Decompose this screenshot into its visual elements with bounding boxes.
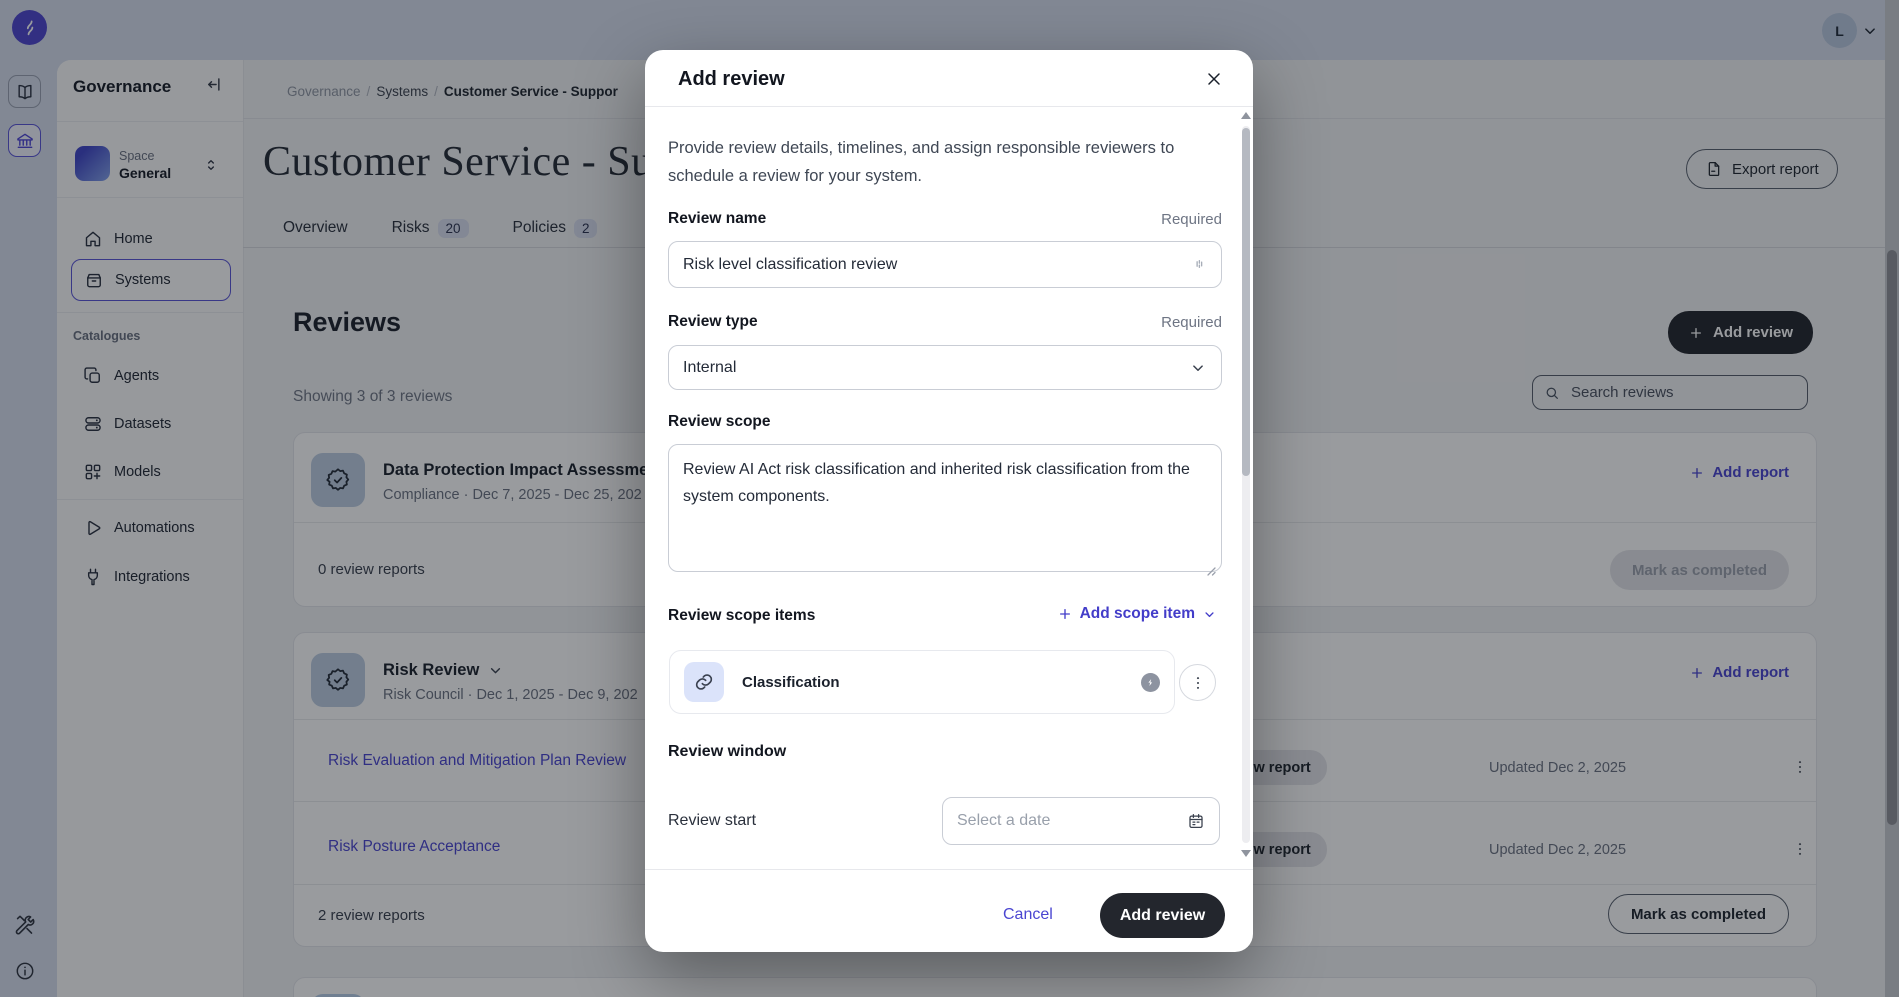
scope-item-name: Classification xyxy=(742,674,1123,691)
scope-items-label: Review scope items xyxy=(668,607,815,625)
scroll-up-icon[interactable] xyxy=(1241,112,1251,119)
review-scope-textarea[interactable]: Review AI Act risk classification and in… xyxy=(668,444,1222,572)
modal-title: Add review xyxy=(678,68,785,91)
review-scope-label-row: Review scope xyxy=(668,413,1222,431)
add-review-modal: Add review Provide review details, timel… xyxy=(645,50,1253,952)
modal-add-review-button[interactable]: Add review xyxy=(1100,893,1225,938)
chevron-down-icon xyxy=(1189,359,1207,377)
link-icon xyxy=(684,662,724,702)
input-adornment-icon xyxy=(1190,255,1208,273)
required-label: Required xyxy=(1161,314,1222,331)
modal-scrollbar[interactable] xyxy=(1242,112,1250,857)
review-start-date-field[interactable]: Select a date xyxy=(942,797,1220,845)
chevron-down-icon xyxy=(1202,607,1217,622)
scroll-down-icon[interactable] xyxy=(1241,850,1251,857)
review-start-label: Review start xyxy=(668,812,756,830)
review-name-label-row: Review name Required xyxy=(668,210,1222,228)
date-placeholder: Select a date xyxy=(957,812,1050,830)
review-type-value: Internal xyxy=(683,359,736,377)
scope-item-menu-button[interactable] xyxy=(1179,664,1216,701)
modal-description: Provide review details, timelines, and a… xyxy=(668,135,1188,190)
auto-bolt-icon xyxy=(1141,673,1160,692)
app-window: L Governance Space General Home System xyxy=(0,0,1899,997)
review-window-heading: Review window xyxy=(668,743,786,761)
divider xyxy=(645,869,1253,870)
review-name-label: Review name xyxy=(668,210,766,228)
cancel-button[interactable]: Cancel xyxy=(993,900,1063,930)
review-type-select[interactable]: Internal xyxy=(668,345,1222,390)
modal-scrollbar-thumb[interactable] xyxy=(1242,128,1250,476)
close-icon[interactable] xyxy=(1197,62,1231,96)
plus-icon xyxy=(1057,606,1073,622)
divider xyxy=(645,106,1253,107)
required-label: Required xyxy=(1161,211,1222,228)
review-name-input[interactable] xyxy=(668,241,1222,288)
review-scope-label: Review scope xyxy=(668,413,771,431)
calendar-icon xyxy=(1187,812,1205,830)
review-type-label-row: Review type Required xyxy=(668,313,1222,331)
resize-handle-icon xyxy=(1205,565,1217,577)
scope-item-classification: Classification xyxy=(669,650,1175,714)
review-type-label: Review type xyxy=(668,313,758,331)
add-scope-item-button[interactable]: Add scope item xyxy=(1057,605,1217,623)
